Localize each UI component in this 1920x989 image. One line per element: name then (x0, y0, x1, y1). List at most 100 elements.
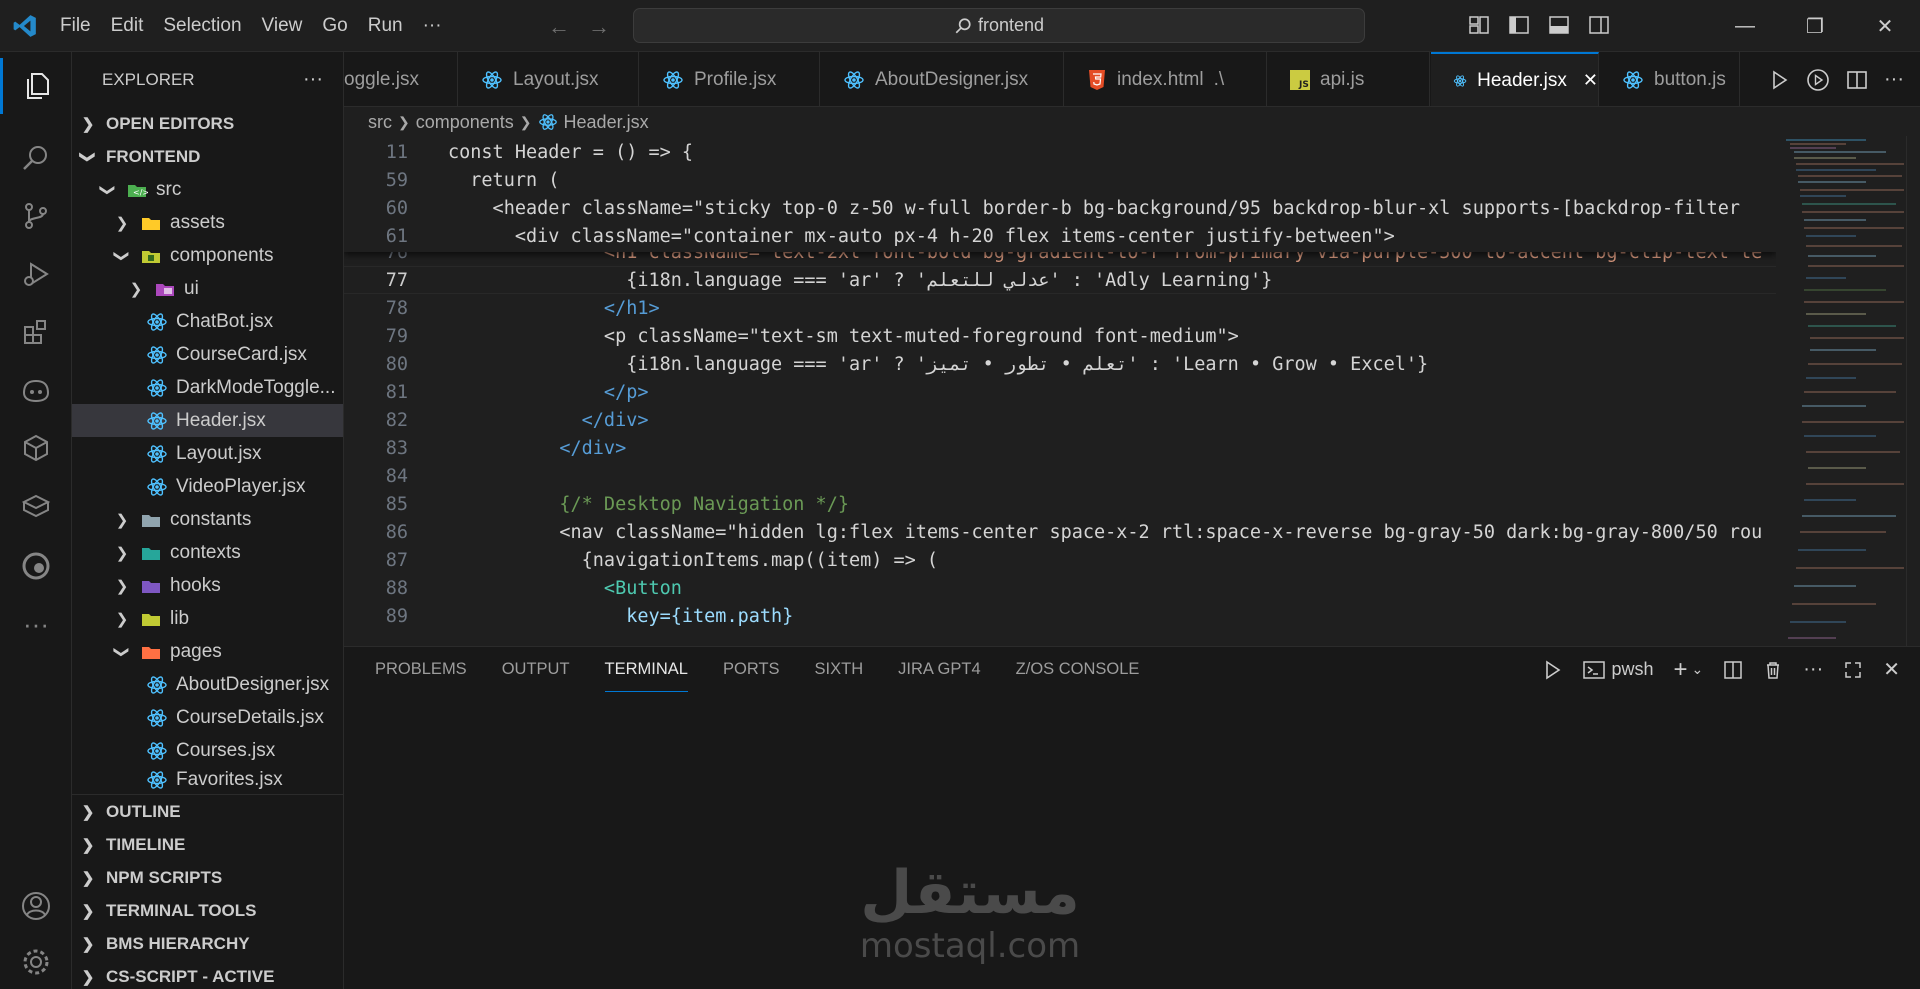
tree-folder-hooks[interactable]: ❯ hooks (72, 569, 343, 602)
code-line[interactable]: 87 {navigationItems.map((item) => ( (344, 546, 1776, 574)
explorer-icon[interactable] (0, 58, 72, 114)
copilot-icon[interactable] (0, 362, 72, 418)
sticky-line[interactable]: 11 const Header = () => { (344, 138, 1776, 166)
tree-file-aboutdesigner[interactable]: AboutDesigner.jsx (72, 668, 343, 701)
tab-problems[interactable]: PROBLEMS (375, 647, 467, 692)
menu-run[interactable]: Run (358, 0, 413, 52)
menu-selection[interactable]: Selection (153, 0, 251, 52)
tree-folder-assets[interactable]: ❯ assets (72, 206, 343, 239)
section-outline[interactable]: ❯ OUTLINE (72, 795, 343, 828)
code-editor[interactable]: 11 const Header = () => { 59 return ( 60… (344, 136, 1776, 646)
back-arrow-icon[interactable]: ← (548, 14, 570, 40)
tree-folder-ui[interactable]: ❯ ui (72, 272, 343, 305)
tab-api-js[interactable]: JS api.js (1268, 52, 1430, 106)
tab-jira-gpt4[interactable]: JIRA GPT4 (898, 647, 981, 692)
tab-zos-console[interactable]: Z/OS CONSOLE (1016, 647, 1140, 692)
tree-file-darkmodetoggle[interactable]: DarkModeToggle... (72, 371, 343, 404)
sticky-scroll[interactable]: 11 const Header = () => { 59 return ( 60… (344, 136, 1776, 252)
menu-file[interactable]: File (50, 0, 101, 52)
section-npm-scripts[interactable]: ❯ NPM SCRIPTS (72, 861, 343, 894)
tab-darkmodetoggle[interactable]: oggle.jsx (344, 52, 458, 106)
more-views-icon[interactable]: ··· (0, 596, 72, 652)
extensions-icon[interactable] (0, 304, 72, 360)
tab-output[interactable]: OUTPUT (502, 647, 570, 692)
tab-ports[interactable]: PORTS (723, 647, 780, 692)
section-terminal-tools[interactable]: ❯ TERMINAL TOOLS (72, 894, 343, 927)
code-line[interactable]: 80 {i18n.language === 'ar' ? 'تعلم • تطو… (344, 350, 1776, 378)
split-terminal-icon[interactable] (1723, 660, 1743, 680)
restore-icon[interactable]: ❐ (1780, 0, 1850, 52)
terminal-shell-selector[interactable]: pwsh (1583, 659, 1654, 680)
code-line[interactable]: 81 </p> (344, 378, 1776, 406)
run-debug-circle-icon[interactable] (1806, 68, 1830, 92)
sticky-line[interactable]: 61 <div className="container mx-auto px-… (344, 222, 1776, 250)
command-center-search[interactable]: frontend (633, 8, 1365, 43)
menu-go[interactable]: Go (312, 0, 357, 52)
code-line[interactable]: 78 </h1> (344, 294, 1776, 322)
code-line[interactable]: 85 {/* Desktop Navigation */} (344, 490, 1776, 518)
breadcrumb-src[interactable]: src (368, 112, 392, 133)
minimap[interactable] (1776, 136, 1906, 646)
run-icon[interactable] (1768, 69, 1790, 91)
more-panel-actions-icon[interactable]: ··· (1803, 658, 1823, 681)
tree-folder-components[interactable]: ❯ components (72, 239, 343, 272)
tab-button[interactable]: button.js (1600, 52, 1740, 106)
toggle-panel-icon[interactable] (1548, 14, 1570, 36)
tree-file-coursecard[interactable]: CourseCard.jsx (72, 338, 343, 371)
tab-layout[interactable]: Layout.jsx (459, 52, 639, 106)
code-line[interactable]: 89 key={item.path} (344, 602, 1776, 630)
forward-arrow-icon[interactable]: → (588, 14, 610, 40)
code-line[interactable]: 86 <nav className="hidden lg:flex items-… (344, 518, 1776, 546)
tab-aboutdesigner[interactable]: AboutDesigner.jsx (821, 52, 1064, 106)
tree-file-courses[interactable]: Courses.jsx (72, 734, 343, 767)
section-cs-script[interactable]: ❯ CS-SCRIPT - ACTIVE (72, 960, 343, 989)
minimize-icon[interactable]: — (1710, 0, 1780, 52)
sticky-line[interactable]: 60 <header className="sticky top-0 z-50 … (344, 194, 1776, 222)
section-timeline[interactable]: ❯ TIMELINE (72, 828, 343, 861)
toggle-secondary-sidebar-icon[interactable] (1588, 14, 1610, 36)
tree-file-layout[interactable]: Layout.jsx (72, 437, 343, 470)
menu-more[interactable]: ··· (413, 0, 452, 52)
maximize-panel-icon[interactable] (1843, 660, 1863, 680)
tree-folder-src[interactable]: ❯ </> src (72, 173, 343, 206)
edge-browser-icon[interactable] (0, 538, 72, 594)
tree-file-videoplayer[interactable]: VideoPlayer.jsx (72, 470, 343, 503)
tree-folder-pages[interactable]: ❯ pages (72, 635, 343, 668)
code-line[interactable]: 79 <p className="text-sm text-muted-fore… (344, 322, 1776, 350)
section-bms-hierarchy[interactable]: ❯ BMS HIERARCHY (72, 927, 343, 960)
cube-extension-icon[interactable] (0, 420, 72, 476)
tree-folder-lib[interactable]: ❯ lib (72, 602, 343, 635)
tree-file-coursedetails[interactable]: CourseDetails.jsx (72, 701, 343, 734)
customize-layout-icon[interactable] (1468, 14, 1490, 36)
source-control-icon[interactable] (0, 188, 72, 244)
search-view-icon[interactable] (0, 130, 72, 186)
close-window-icon[interactable]: ✕ (1850, 0, 1920, 52)
code-line[interactable]: 84 (344, 462, 1776, 490)
box-extension-icon[interactable] (0, 478, 72, 534)
code-line-current[interactable]: 77 {i18n.language === 'ar' ? 'عدلي للتعل… (344, 266, 1776, 294)
close-tab-icon[interactable]: ✕ (1583, 70, 1598, 91)
sticky-line[interactable]: 59 return ( (344, 166, 1776, 194)
editor-scrollbar[interactable] (1906, 136, 1920, 646)
breadcrumb-components[interactable]: components (416, 112, 514, 133)
tree-folder-contexts[interactable]: ❯ contexts (72, 536, 343, 569)
chevron-down-icon[interactable]: ⌄ (1692, 661, 1704, 678)
close-panel-icon[interactable]: ✕ (1883, 657, 1900, 682)
breadcrumb-header-file[interactable]: Header.jsx (564, 112, 649, 133)
new-terminal-icon[interactable]: + (1674, 656, 1688, 684)
more-actions-icon[interactable]: ··· (303, 68, 323, 91)
tab-header-active[interactable]: Header.jsx ✕ (1431, 52, 1599, 106)
tab-index-html[interactable]: index.html .\ (1065, 52, 1267, 106)
code-line[interactable]: 83 </div> (344, 434, 1776, 462)
tree-file-header[interactable]: Header.jsx (72, 404, 343, 437)
tab-sixth[interactable]: SIXTH (815, 647, 864, 692)
run-task-icon[interactable] (1541, 659, 1563, 681)
more-editor-actions-icon[interactable]: ··· (1884, 68, 1904, 91)
section-frontend[interactable]: ❯ FRONTEND (72, 140, 343, 173)
tree-file-favorites[interactable]: Favorites.jsx (72, 767, 343, 793)
tab-profile[interactable]: Profile.jsx (640, 52, 820, 106)
accounts-icon[interactable] (0, 878, 72, 934)
tree-folder-constants[interactable]: ❯ constants (72, 503, 343, 536)
menu-view[interactable]: View (252, 0, 313, 52)
trash-icon[interactable] (1763, 660, 1783, 680)
